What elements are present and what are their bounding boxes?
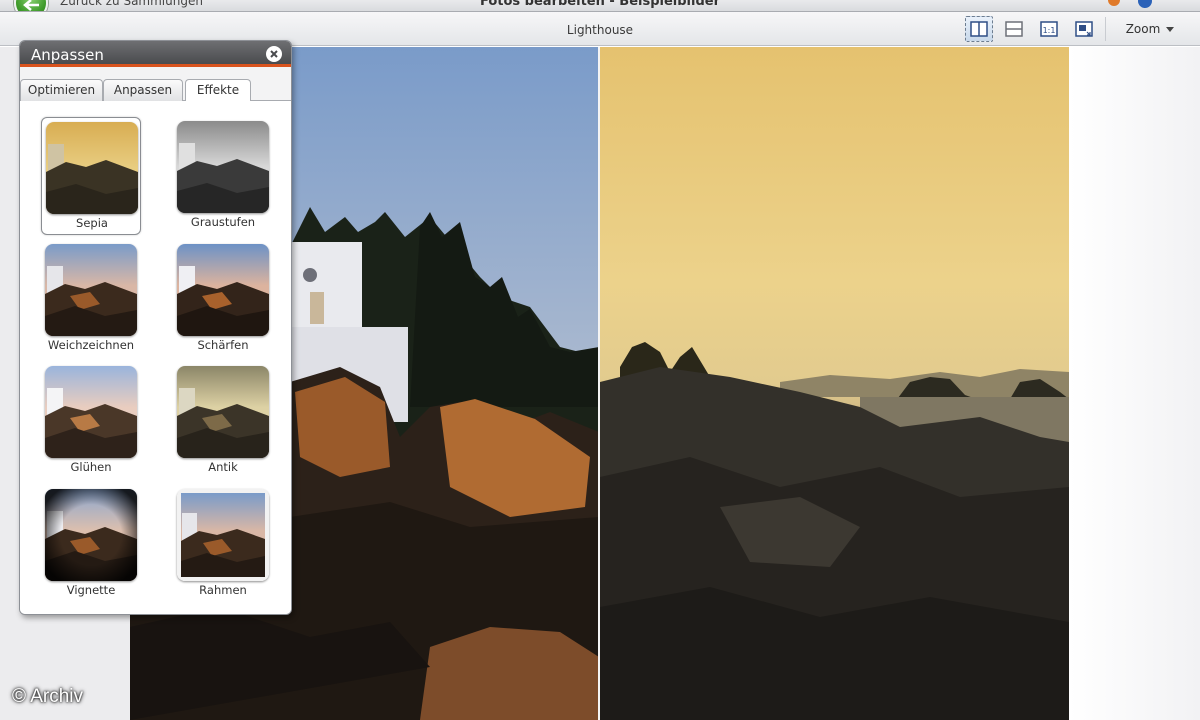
effect-thumbnail [45,366,137,458]
effect-thumbnail [177,366,269,458]
effect-thumbnail [45,489,137,581]
fit-to-window-button[interactable] [1070,16,1098,42]
effect-gluehen[interactable]: Glühen [41,362,141,480]
effect-antik[interactable]: Antik [173,362,273,480]
panel-tabs: Optimieren Anpassen Effekte [20,79,291,102]
split-divider[interactable] [598,47,600,720]
side-by-side-view-button[interactable] [965,16,993,42]
effect-thumbnail [177,489,269,581]
split-vertical-icon [970,21,988,37]
tab-effekte[interactable]: Effekte [185,79,251,102]
effect-label: Schärfen [197,338,249,352]
before-after-view-button[interactable] [1000,16,1028,42]
effect-label: Vignette [66,583,116,597]
panel-title: Anpassen [31,46,104,64]
fit-window-icon [1075,21,1093,37]
effect-sepia[interactable]: Sepia [41,117,141,235]
effect-thumbnail [177,244,269,336]
photo-after-sepia [600,47,1069,720]
tab-optimieren[interactable]: Optimieren [20,79,103,101]
effect-rahmen[interactable]: Rahmen [173,485,273,603]
close-button[interactable] [266,46,282,62]
effect-graustufen[interactable]: Graustufen [173,117,273,235]
one-to-one-icon: 1:1 [1040,21,1058,37]
effect-thumbnail [177,121,269,213]
toolbar-separator [1105,17,1106,41]
effect-vignette[interactable]: Vignette [41,485,141,603]
copyright-watermark: © Archiv [12,686,84,707]
zoom-label: Zoom [1125,22,1161,36]
effect-label: Glühen [70,460,112,474]
effect-weichzeichnen[interactable]: Weichzeichnen [41,240,141,358]
canvas-margin [1069,47,1200,720]
svg-text:1:1: 1:1 [1043,26,1056,35]
effect-label: Rahmen [199,583,247,597]
split-horizontal-icon [1005,21,1023,37]
adjust-panel: Anpassen Optimieren Anpassen Effekte Sep… [19,40,292,615]
effect-label: Sepia [76,216,108,230]
chevron-down-icon [1166,26,1175,32]
effect-label: Antik [208,460,238,474]
window-title: Fotos bearbeiten - Beispielbilder [479,0,721,9]
title-bar: Zurück zu Sammlungen Fotos bearbeiten - … [0,0,1200,12]
panel-header[interactable]: Anpassen [20,41,291,67]
effects-grid: Sepia Graustufen Weichzeichnen Schärfen … [20,101,291,614]
effect-thumbnail [45,244,137,336]
effect-thumbnail [46,122,138,214]
actual-size-button[interactable]: 1:1 [1035,16,1063,42]
effect-label: Graustufen [190,215,256,229]
close-icon [270,50,278,58]
effect-label: Weichzeichnen [47,338,135,352]
tab-anpassen[interactable]: Anpassen [103,79,183,101]
zoom-dropdown[interactable]: Zoom [1110,16,1190,42]
effect-schaerfen[interactable]: Schärfen [173,240,273,358]
